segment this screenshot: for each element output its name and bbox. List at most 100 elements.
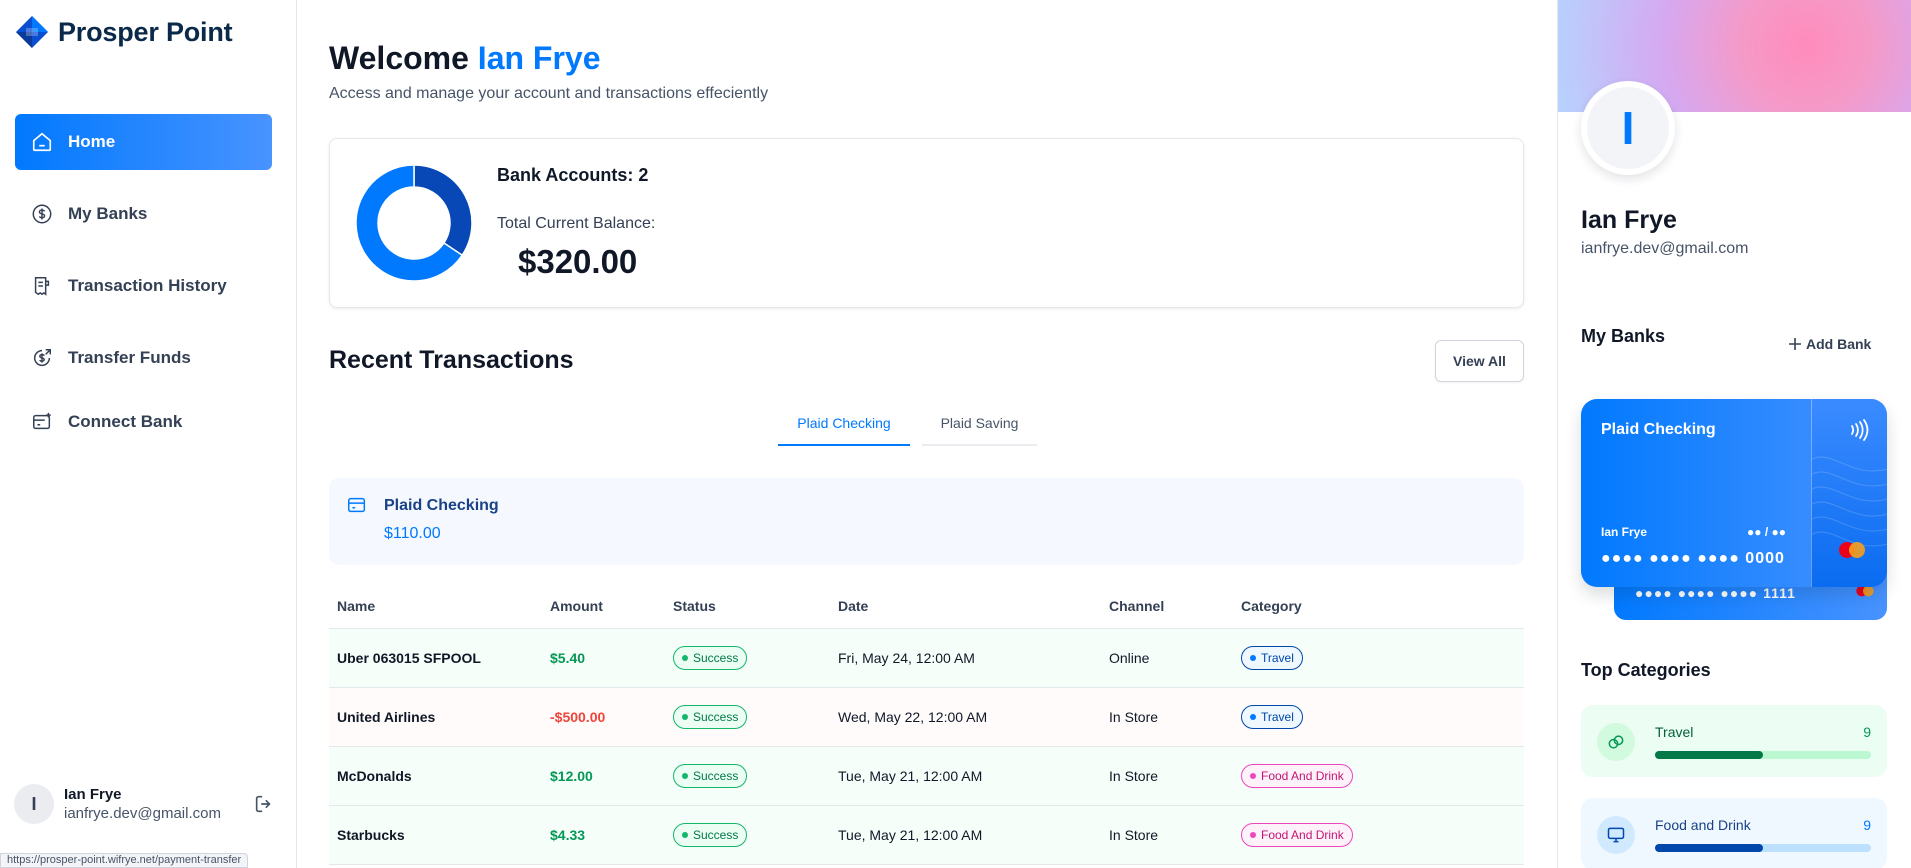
- tx-category-cell: Travel: [1233, 687, 1524, 747]
- sidebar-item-home[interactable]: Home: [15, 114, 272, 170]
- tx-channel: Online: [1101, 628, 1233, 688]
- category-travel[interactable]: Travel 9: [1581, 705, 1887, 777]
- table-row[interactable]: United Airlines -$500.00 Success Wed, Ma…: [329, 687, 1524, 747]
- tx-date: Wed, May 22, 12:00 AM: [830, 687, 1101, 747]
- status-badge: Success: [673, 822, 748, 847]
- bank-card-add-icon: [30, 410, 54, 434]
- column-header-name: Name: [329, 584, 542, 629]
- tx-name: United Airlines: [329, 687, 542, 747]
- logo-icon: [16, 16, 48, 48]
- status-badge: Success: [673, 645, 748, 670]
- welcome-user-name: Ian Frye: [477, 40, 601, 76]
- status-label: Success: [693, 768, 739, 783]
- tx-category-cell: Travel: [1233, 628, 1524, 688]
- status-badge: Success: [673, 763, 748, 788]
- table-row[interactable]: Starbucks $4.33 Success Tue, May 21, 12:…: [329, 805, 1524, 865]
- monitor-icon: [1597, 816, 1635, 854]
- recent-transactions-title: Recent Transactions: [329, 346, 574, 374]
- main-content: Welcome Ian Frye Access and manage your …: [298, 0, 1556, 868]
- sidebar-user-name: Ian Frye: [64, 786, 122, 803]
- sidebar-item-label: My Banks: [68, 204, 148, 223]
- welcome-text: Welcome: [329, 40, 469, 76]
- card-number: ●●●● ●●●● ●●●● 1111: [1635, 585, 1796, 601]
- category-badge: Travel: [1241, 645, 1303, 670]
- mastercard-icon: [1839, 542, 1865, 558]
- home-icon: [30, 130, 54, 154]
- page-title: Welcome Ian Frye: [329, 40, 601, 77]
- receipt-icon: [30, 274, 54, 298]
- total-balance-label: Total Current Balance:: [497, 215, 656, 232]
- tab-plaid-checking[interactable]: Plaid Checking: [778, 402, 910, 446]
- bank-accounts-count: Bank Accounts: 2: [497, 165, 649, 185]
- add-bank-button[interactable]: Add Bank: [1788, 336, 1871, 352]
- category-label: Food and Drink: [1655, 817, 1751, 833]
- category-progress-bar: [1655, 844, 1871, 852]
- column-header-date: Date: [830, 584, 1101, 629]
- category-dot-icon: [1250, 831, 1256, 838]
- category-dot-icon: [1250, 772, 1256, 779]
- sidebar-item-transfer-funds[interactable]: Transfer Funds: [15, 330, 272, 386]
- dollar-circle-icon: [30, 202, 54, 226]
- logout-icon[interactable]: [252, 792, 276, 816]
- right-sidebar: I Ian Frye ianfrye.dev@gmail.com My Bank…: [1557, 0, 1911, 868]
- column-header-channel: Channel: [1101, 584, 1233, 629]
- tx-channel: In Store: [1101, 687, 1233, 747]
- card-holder-name: Ian Frye: [1601, 525, 1648, 539]
- sidebar-item-connect-bank[interactable]: Connect Bank: [15, 394, 272, 450]
- total-balance-card: Bank Accounts: 2 Total Current Balance: …: [329, 138, 1524, 308]
- category-badge: Food And Drink: [1241, 822, 1353, 847]
- tx-date: Fri, May 24, 12:00 AM: [830, 628, 1101, 688]
- sidebar-item-label: Connect Bank: [68, 412, 183, 431]
- account-info-banner: Plaid Checking $110.00: [329, 478, 1524, 565]
- table-header-row: Name Amount Status Date Channel Category: [329, 584, 1524, 629]
- balance-doughnut-chart: [355, 164, 473, 282]
- account-balance: $110.00: [384, 525, 441, 542]
- tx-channel: In Store: [1101, 746, 1233, 806]
- account-tabs: Plaid Checking Plaid Saving: [778, 402, 1037, 446]
- tab-plaid-saving[interactable]: Plaid Saving: [922, 402, 1037, 446]
- avatar[interactable]: I: [14, 784, 54, 824]
- brand[interactable]: Prosper Point: [14, 14, 233, 50]
- status-dot-icon: [682, 772, 688, 779]
- sidebar-item-my-banks[interactable]: My Banks: [15, 186, 272, 242]
- status-dot-icon: [682, 654, 688, 661]
- tx-category-cell: Food And Drink: [1233, 746, 1524, 806]
- account-name: Plaid Checking: [384, 497, 499, 514]
- status-label: Success: [693, 709, 739, 724]
- view-all-button[interactable]: View All: [1435, 340, 1524, 382]
- wallet-icon: [348, 497, 366, 513]
- sidebar-item-transaction-history[interactable]: Transaction History: [15, 258, 272, 314]
- category-label: Travel: [1261, 650, 1294, 665]
- page-subtitle: Access and manage your account and trans…: [329, 85, 769, 102]
- total-balance-value: $320.00: [518, 243, 638, 280]
- tx-name: Starbucks: [329, 805, 542, 865]
- table-row[interactable]: McDonalds $12.00 Success Tue, May 21, 12…: [329, 746, 1524, 806]
- tx-date: Tue, May 21, 12:00 AM: [830, 805, 1101, 865]
- tx-channel: In Store: [1101, 805, 1233, 865]
- sidebar-user: I Ian Frye ianfrye.dev@gmail.com: [14, 784, 276, 824]
- status-url: https://prosper-point.wifrye.net/payment…: [0, 853, 249, 868]
- status-badge: Success: [673, 704, 748, 729]
- profile-avatar[interactable]: I: [1581, 81, 1675, 175]
- status-dot-icon: [682, 713, 688, 720]
- column-header-category: Category: [1233, 584, 1524, 629]
- tx-amount: $5.40: [542, 628, 665, 688]
- sidebar-nav: Home My Banks Transaction History Transf…: [15, 114, 272, 450]
- tx-status-cell: Success: [665, 628, 830, 688]
- profile-name: Ian Frye: [1581, 206, 1677, 234]
- table-row[interactable]: Uber 063015 SFPOOL $5.40 Success Fri, Ma…: [329, 628, 1524, 688]
- category-dot-icon: [1250, 713, 1256, 720]
- sidebar-user-info: Ian Frye ianfrye.dev@gmail.com: [64, 786, 221, 822]
- doughnut-slice[interactable]: [413, 164, 473, 257]
- contactless-icon: [1851, 419, 1869, 441]
- brand-name: Prosper Point: [58, 16, 233, 47]
- transactions-table: Name Amount Status Date Channel Category…: [329, 584, 1524, 865]
- category-dot-icon: [1250, 654, 1256, 661]
- column-header-status: Status: [665, 584, 830, 629]
- column-header-amount: Amount: [542, 584, 665, 629]
- category-food-and-drink[interactable]: Food and Drink 9: [1581, 798, 1887, 868]
- add-bank-label: Add Bank: [1806, 336, 1872, 352]
- bank-card[interactable]: Plaid Checking Ian Frye ●● / ●● ●●●● ●●●…: [1581, 399, 1887, 587]
- tx-name: McDonalds: [329, 746, 542, 806]
- sidebar-user-email: ianfrye.dev@gmail.com: [64, 805, 221, 822]
